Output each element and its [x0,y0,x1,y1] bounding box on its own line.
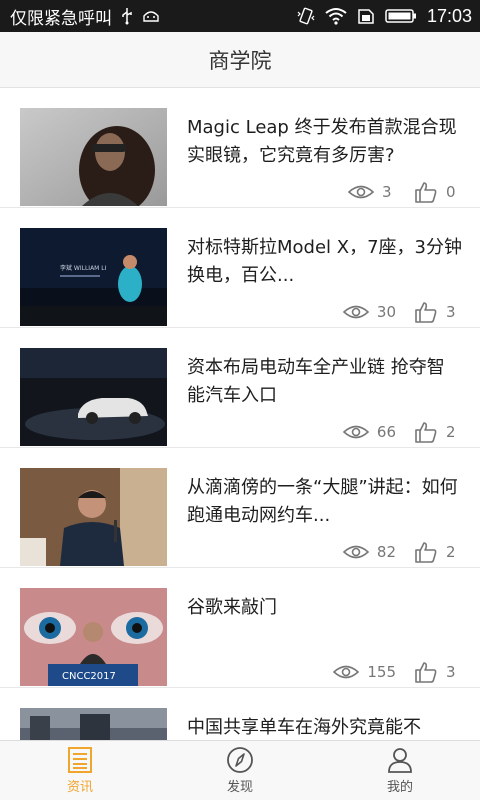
like-count: 3 [446,303,456,321]
speaker-caption: 李斌 WILLIAM LI [60,264,107,272]
tab-discover[interactable]: 发现 [160,741,320,800]
article-stats: 30 3 [342,300,460,324]
article-item[interactable]: 资本布局电动车全产业链 抢夺智能汽车入口 66 2 [0,328,480,448]
like-count: 3 [446,663,456,681]
eye-icon [342,425,369,439]
article-thumbnail [20,468,167,566]
article-thumbnail [20,108,167,206]
news-icon [68,747,92,773]
compass-icon [227,747,253,773]
like-count: 0 [446,183,456,201]
article-item[interactable]: CNCC2017 谷歌来敲门 155 3 [0,568,480,688]
view-count: 30 [376,303,396,321]
carrier-text: 仅限紧急呼叫 [10,8,112,29]
article-thumbnail: CNCC2017 [20,588,167,686]
tab-mine[interactable]: 我的 [320,741,480,800]
article-thumbnail [20,348,167,446]
article-item[interactable]: 从滴滴傍的一条“大腿”讲起：如何跑通电动网约车... 82 2 [0,448,480,568]
status-right: 17:03 [297,6,472,27]
android-debug-icon [143,11,159,22]
article-title: 对标特斯拉Model X，7座，3分钟换电，百公... [187,237,462,286]
bottom-tab-bar: 资讯 发现 我的 [0,740,480,800]
article-stats: 82 2 [342,540,460,564]
sim-icon [358,9,374,24]
eye-icon [342,545,369,559]
view-count: 82 [376,543,396,561]
clock: 17:03 [426,5,472,26]
usb-icon [122,8,132,25]
article-title: 从滴滴傍的一条“大腿”讲起：如何跑通电动网约车... [187,477,458,526]
article-stats: 3 0 [348,180,460,204]
article-thumbnail [20,708,167,740]
battery-icon [385,9,416,23]
vibrate-icon [297,7,315,25]
thumbs-up-icon[interactable] [414,300,438,324]
like-count: 2 [446,423,456,441]
view-count: 3 [382,183,392,201]
article-list[interactable]: Magic Leap 终于发布首款混合现实眼镜，它究竟有多厉害? 3 0 李斌 … [0,88,480,740]
status-left: 仅限紧急呼叫 [10,4,297,29]
article-item[interactable]: 中国共享单车在海外究竟能不 [0,688,480,740]
article-title: Magic Leap 终于发布首款混合现实眼镜，它究竟有多厉害? [187,117,457,166]
wifi-icon [325,8,347,25]
eye-icon [342,305,369,319]
article-item[interactable]: 李斌 WILLIAM LI 对标特斯拉Model X，7座，3分钟换电，百公..… [0,208,480,328]
eye-icon [333,665,360,679]
tab-label: 资讯 [66,780,93,795]
thumbs-up-icon[interactable] [414,180,438,204]
tab-label: 发现 [226,780,253,795]
article-title: 谷歌来敲门 [187,597,277,618]
article-stats: 155 3 [333,660,460,684]
article-stats: 66 2 [342,420,460,444]
like-count: 2 [446,543,456,561]
article-title: 资本布局电动车全产业链 抢夺智能汽车入口 [187,357,445,406]
tab-label: 我的 [386,780,413,795]
article-thumbnail: 李斌 WILLIAM LI [20,228,167,326]
view-count: 155 [367,663,396,681]
event-sign: CNCC2017 [62,671,116,682]
article-title: 中国共享单车在海外究竟能不 [187,717,421,738]
thumbs-up-icon[interactable] [414,540,438,564]
thumbs-up-icon[interactable] [414,420,438,444]
eye-icon [348,185,374,199]
tab-news[interactable]: 资讯 [0,741,160,800]
status-bar: 仅限紧急呼叫 17:03 [0,0,480,32]
thumbs-up-icon[interactable] [414,660,438,684]
user-icon [388,748,412,773]
app-header: 商学院 [0,32,480,88]
page-title: 商学院 [208,48,272,73]
article-item[interactable]: Magic Leap 终于发布首款混合现实眼镜，它究竟有多厉害? 3 0 [0,88,480,208]
view-count: 66 [376,423,396,441]
